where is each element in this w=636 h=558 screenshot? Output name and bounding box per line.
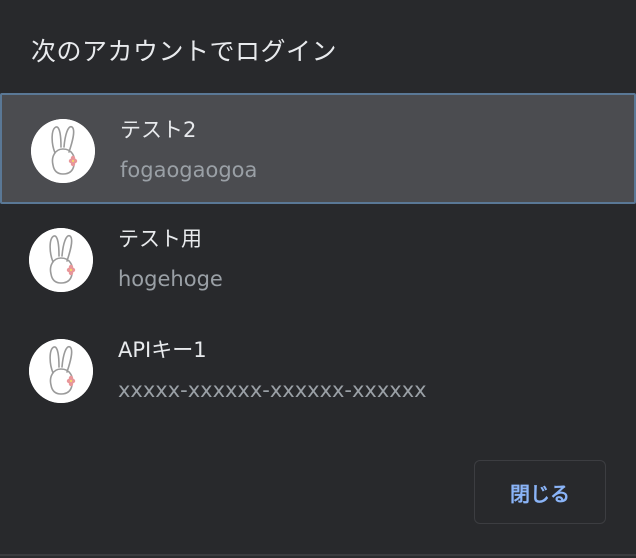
account-item-1[interactable]: テスト用 hogehoge [0, 204, 636, 315]
account-id: xxxxx-xxxxxx-xxxxxx-xxxxxx [118, 378, 427, 402]
account-name: テスト2 [120, 118, 197, 142]
dialog-title: 次のアカウントでログイン [31, 37, 338, 66]
account-name: APIキー1 [118, 338, 207, 362]
account-item-0[interactable]: テスト2 fogaogaogoa [0, 93, 636, 204]
close-button[interactable]: 閉じる [474, 460, 606, 524]
rabbit-avatar-icon [29, 339, 93, 403]
account-id: hogehoge [118, 267, 223, 291]
account-item-2[interactable]: APIキー1 xxxxx-xxxxxx-xxxxxx-xxxxxx [0, 315, 636, 426]
rabbit-avatar-icon [31, 119, 95, 183]
account-chooser-dialog: 次のアカウントでログイン テスト2 fogaogaogoa テスト用 hogeh… [0, 0, 636, 556]
rabbit-avatar-icon [29, 228, 93, 292]
account-id: fogaogaogoa [120, 158, 258, 182]
account-name: テスト用 [118, 227, 202, 251]
